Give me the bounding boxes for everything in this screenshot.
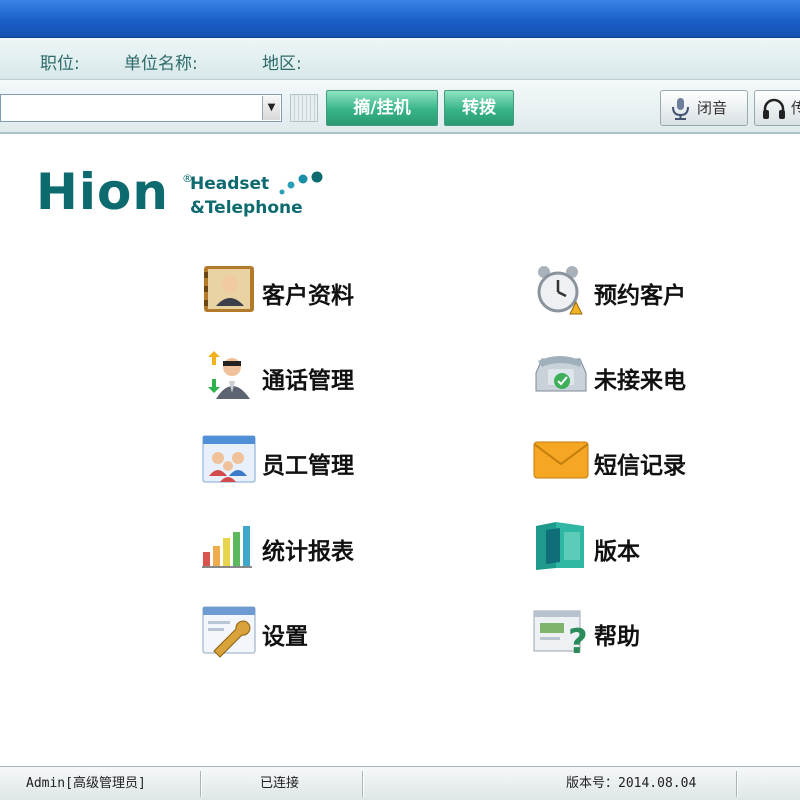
menu-staff-management[interactable]: 员工管理 [200,432,390,488]
logo-tagline-headset: Headset [190,174,270,194]
position-label: 职位: [40,54,80,74]
menu-version-label: 版本 [594,538,640,565]
settings-wrench-icon [202,606,256,658]
status-divider [200,771,202,797]
help-question-icon: ? [533,610,588,659]
menu-version[interactable]: 版本 [532,518,722,574]
region-label: 地区: [262,54,302,74]
envelope-icon [533,441,589,479]
menu-help-label: 帮助 [594,623,640,650]
menu-scheduled-customers[interactable]: 预约客户 [532,262,722,318]
menu-staff-management-label: 员工管理 [262,452,354,479]
menu-customer-info-label: 客户资料 [262,282,354,309]
phone-number-combo[interactable]: ▼ [0,94,282,122]
caller-info-bar: 职位: 单位名称: 地区: [0,38,800,80]
menu-statistics-reports[interactable]: 统计报表 [200,518,390,574]
menu-settings-label: 设置 [262,623,308,650]
status-divider [736,771,738,797]
logo-tagline-telephone: &Telephone [190,198,303,218]
telephone-icon [535,356,587,392]
chevron-down-icon: ▼ [267,102,276,113]
status-divider [362,771,364,797]
menu-sms-records[interactable]: 短信记录 [532,432,722,488]
menu-scheduled-customers-label: 预约客户 [594,282,686,309]
call-manager-icon [208,351,250,399]
mute-button[interactable]: 闭音 [660,90,748,126]
menu-missed-calls-label: 未接来电 [594,367,686,394]
call-toolbar: ▼ 摘/挂机 转拨 闭音 传 [0,80,800,134]
menu-help[interactable]: ? 帮助 [532,603,722,659]
mute-label: 闭音 [697,99,728,117]
connection-status: 已连接 [260,776,300,791]
headset-button[interactable]: 传 [754,90,800,126]
alarm-clock-icon [537,266,583,315]
menu-settings[interactable]: 设置 [200,603,390,659]
transfer-button[interactable]: 转拨 [444,90,514,126]
svg-text:?: ? [568,622,588,659]
current-user-status: Admin[高级管理员] [26,776,146,791]
microphone-icon [672,98,689,120]
menu-customer-info[interactable]: 客户资料 [200,262,390,318]
bar-chart-icon [202,526,252,568]
menu-statistics-reports-label: 统计报表 [262,538,354,565]
menu-call-management-label: 通话管理 [262,367,354,394]
menu-call-management[interactable]: 通话管理 [200,347,390,403]
window-title-bar [0,0,800,38]
status-bar: Admin[高级管理员] 已连接 版本号：2014.08.04 [0,766,800,800]
dial-keypad-button[interactable] [290,94,318,122]
staff-group-icon [202,435,256,483]
headset-label: 传 [791,99,800,117]
address-book-icon [204,266,254,312]
version-book-icon [536,522,584,570]
logo-wordmark: Hion [36,163,169,221]
headset-icon [763,98,785,119]
version-number-status: 版本号：2014.08.04 [566,776,697,791]
company-name-label: 单位名称: [124,54,198,74]
menu-missed-calls[interactable]: 未接来电 [532,347,722,403]
combo-dropdown-button[interactable]: ▼ [262,96,280,120]
hion-logo: Hion ® Headset &Telephone [36,160,326,230]
menu-sms-records-label: 短信记录 [594,452,686,479]
pickup-hangup-button[interactable]: 摘/挂机 [326,90,438,126]
logo-dots-icon [279,171,323,195]
